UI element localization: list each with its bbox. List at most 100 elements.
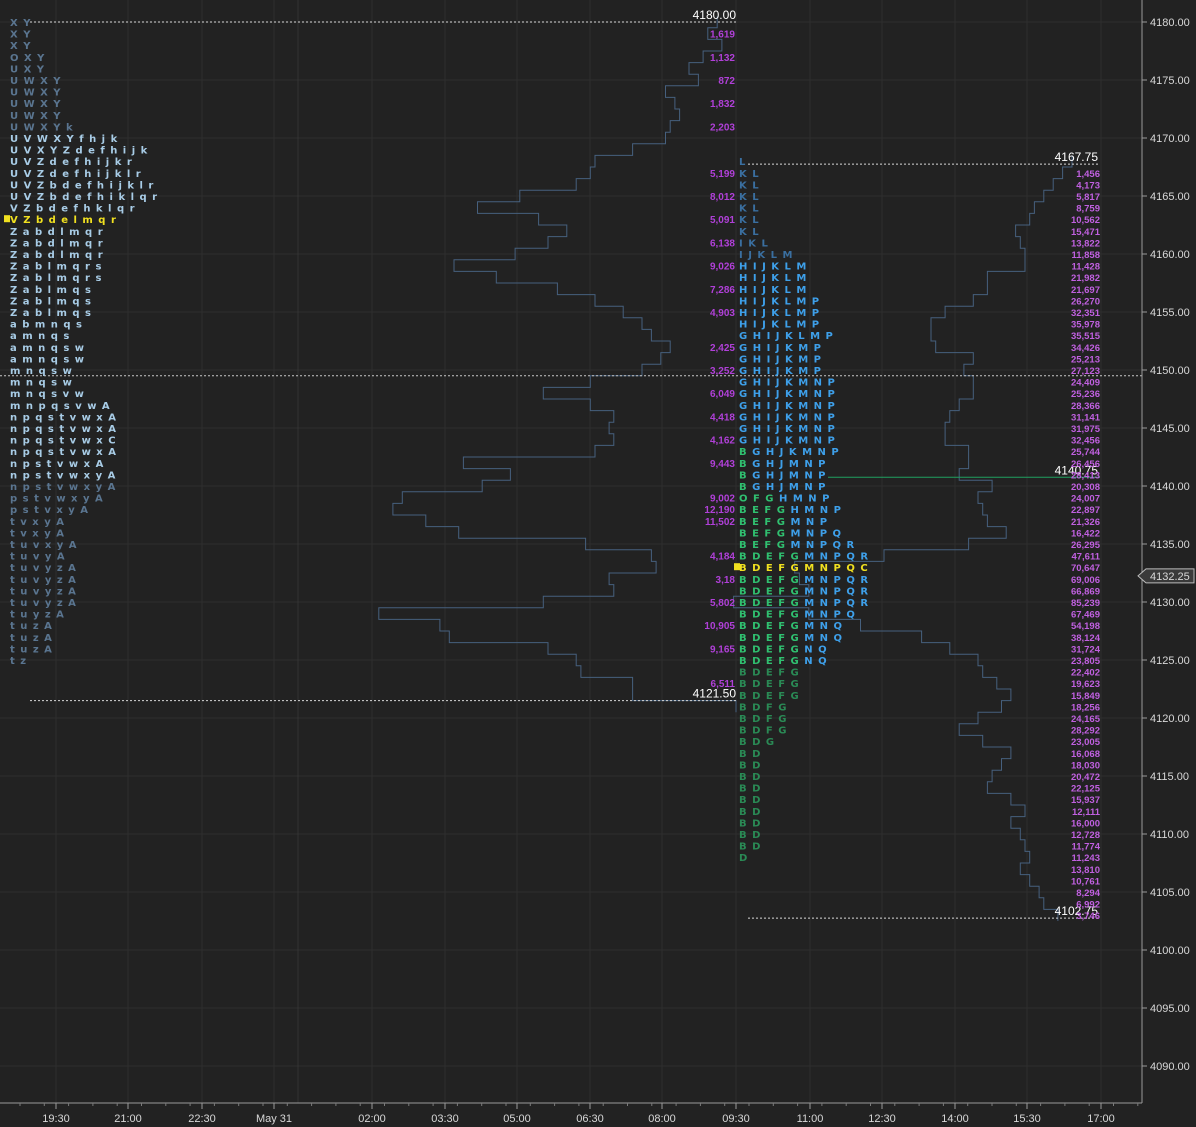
tpo-letter: I <box>753 320 762 331</box>
rth-volume-label: 24,409 <box>1071 378 1100 389</box>
tpo-letter: M <box>789 470 804 481</box>
tpo-letter: B <box>739 610 752 621</box>
tpo-letter: P <box>812 296 820 307</box>
tpo-letter: M <box>804 575 819 586</box>
tpo-letter: B <box>739 528 752 539</box>
tpo-letter: F <box>778 563 790 574</box>
overnight-volume-label: 10,905 <box>704 621 735 632</box>
overnight-volume-label: 872 <box>718 76 735 87</box>
rth-volume-label: 25,213 <box>1071 354 1100 365</box>
tpo-letter: K <box>739 215 752 226</box>
tpo-letter: L <box>785 262 797 273</box>
overnight-tpo-row: t u v y z A <box>10 563 77 574</box>
tpo-letter: K <box>739 204 752 215</box>
tpo-letter: H <box>766 470 780 481</box>
tpo-letter: Q <box>834 621 844 632</box>
tpo-letter: M <box>790 528 805 539</box>
x-tick-label: 03:30 <box>431 1113 459 1125</box>
tpo-letter: J <box>775 401 785 412</box>
tpo-letter: G <box>739 412 753 423</box>
overnight-volume-label: 6,138 <box>710 238 735 249</box>
tpo-letter: G <box>752 459 766 470</box>
tpo-letter: Q <box>834 633 844 644</box>
tpo-letter: B <box>739 644 752 655</box>
x-tick-label: 15:30 <box>1013 1113 1041 1125</box>
overnight-tpo-row: Z a b l m q r s <box>10 273 102 284</box>
tpo-letter: Q <box>833 540 847 551</box>
overnight-tpo-row: t v x y A <box>10 528 65 539</box>
tpo-letter: E <box>766 633 778 644</box>
tpo-letter: F <box>764 517 776 528</box>
overnight-tpo-row: m n p q s v w A <box>10 401 111 412</box>
rth-volume-label: 16,068 <box>1071 749 1100 760</box>
tpo-letter: G <box>739 436 753 447</box>
rth-tpo-row: B D F G <box>739 702 787 713</box>
tpo-letter: F <box>778 610 790 621</box>
overnight-tpo-row: n p q s t v w x C <box>10 436 117 447</box>
tpo-letter: N <box>820 505 834 516</box>
tpo-letter: F <box>778 679 790 690</box>
tpo-letter: D <box>752 563 766 574</box>
tpo-letter: I <box>739 238 748 249</box>
y-tick-label: 4170.00 <box>1150 133 1190 145</box>
tpo-letter: J <box>761 320 771 331</box>
tpo-letter: G <box>791 552 805 563</box>
overnight-tpo-row: Z a b l m q s <box>10 308 92 319</box>
tpo-letter: M <box>796 273 807 284</box>
y-tick-label: 4095.00 <box>1150 1003 1190 1015</box>
tpo-letter: B <box>739 505 752 516</box>
tpo-letter: N <box>820 610 834 621</box>
tpo-letter: B <box>739 818 752 829</box>
tpo-letter: M <box>796 285 807 296</box>
tpo-letter: K <box>771 320 784 331</box>
overnight-volume-label: 5,091 <box>710 215 735 226</box>
tpo-letter: M <box>798 412 813 423</box>
rth-tpo-row: G H I J K M P <box>739 366 822 377</box>
tpo-letter: M <box>804 563 819 574</box>
y-tick-label: 4180.00 <box>1150 17 1190 29</box>
x-tick-label: 14:00 <box>941 1113 969 1125</box>
tpo-letter: M <box>798 366 813 377</box>
tpo-letter: I <box>767 389 776 400</box>
tpo-letter: N <box>804 482 818 493</box>
tpo-letter: B <box>739 714 752 725</box>
tpo-letter: I <box>753 296 762 307</box>
rth-volume-label: 15,471 <box>1071 227 1101 238</box>
overnight-tpo-row: t u v y z A <box>10 598 77 609</box>
tpo-letter: F <box>778 656 790 667</box>
tpo-letter: B <box>739 668 752 679</box>
tpo-letter: R <box>860 586 869 597</box>
overnight-tpo-row: t z <box>10 656 27 667</box>
overnight-tpo-row: a m n q s <box>10 331 70 342</box>
tpo-letter: G <box>791 610 805 621</box>
rth-tpo-row: B D <box>739 818 761 829</box>
rth-volume-label: 5,817 <box>1076 192 1100 203</box>
market-profile-chart: 4180.004121.504167.754102.754140.75 X YX… <box>0 0 1195 1125</box>
rth-volume-label: 12,111 <box>1072 807 1101 818</box>
tpo-letter: J <box>775 378 785 389</box>
tpo-letter: M <box>789 459 804 470</box>
rth-volume-label: 13,822 <box>1071 238 1100 249</box>
tpo-letter: N <box>820 633 834 644</box>
tpo-letter: H <box>766 482 780 493</box>
tpo-letter: M <box>789 482 804 493</box>
tpo-letter: H <box>753 401 767 412</box>
tpo-letter: D <box>752 830 761 841</box>
rth-tpo-row: G H I J K L M P <box>739 331 834 342</box>
rth-volume-label: 11,858 <box>1071 250 1100 261</box>
overnight-tpo-row: p s t v x y A <box>10 505 89 516</box>
poc-marker <box>4 215 10 223</box>
tpo-letter: G <box>739 424 753 435</box>
rth-tpo-row: H I J K L M P <box>739 308 820 319</box>
tpo-letter: G <box>791 586 805 597</box>
tpo-letter: P <box>812 320 820 331</box>
tpo-letter: P <box>820 528 833 539</box>
tpo-letter: L <box>785 285 797 296</box>
tpo-letter: J <box>761 296 771 307</box>
overnight-volume-label: 8,012 <box>710 192 735 203</box>
tpo-letter: M <box>798 424 813 435</box>
tpo-letter: I <box>767 424 776 435</box>
tpo-letter: P <box>828 389 836 400</box>
tpo-letter: R <box>860 575 869 586</box>
tpo-letter: I <box>753 285 762 296</box>
